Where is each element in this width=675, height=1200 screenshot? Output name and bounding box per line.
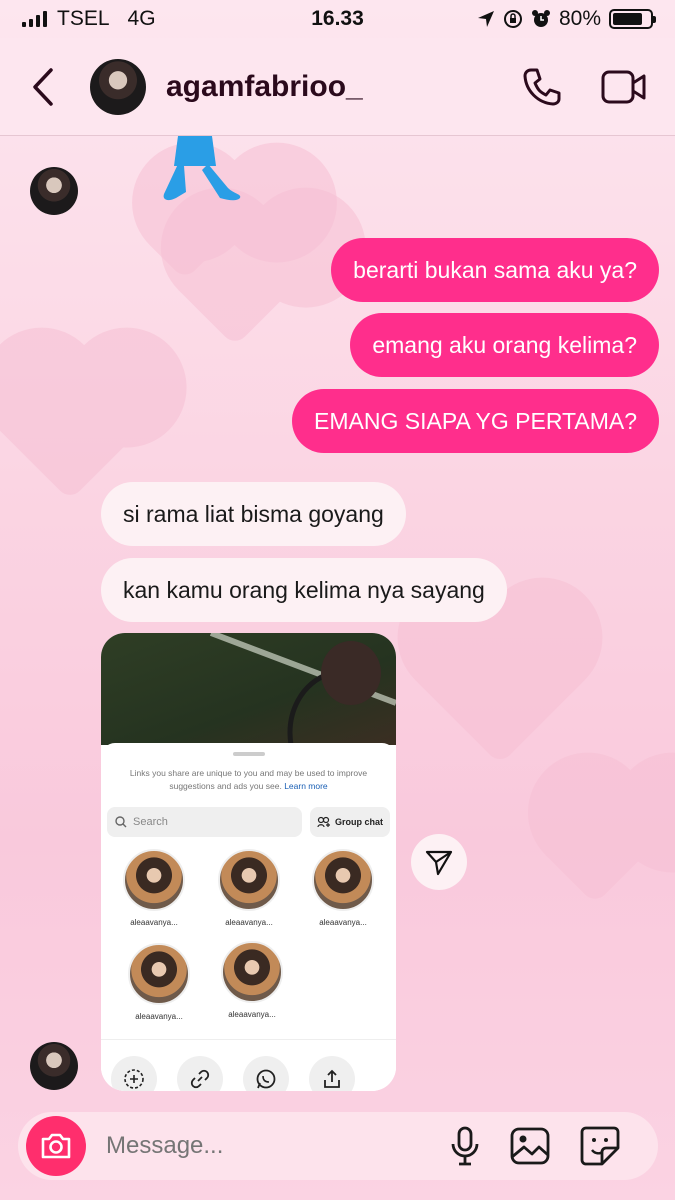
sender-avatar[interactable]: [30, 167, 78, 215]
background-heart: [545, 805, 645, 905]
shared-post-card[interactable]: Links you share are unique to you and ma…: [101, 633, 396, 1091]
video-camera-icon[interactable]: [601, 68, 647, 106]
group-add-icon: [317, 816, 330, 828]
share-search-input[interactable]: Search: [107, 807, 302, 837]
message-bubble-sent[interactable]: EMANG SIAPA YG PERTAMA?: [292, 389, 659, 453]
contact-username[interactable]: agamfabrioo_: [166, 70, 521, 104]
back-chevron-icon: [33, 67, 53, 106]
search-placeholder: Search: [133, 816, 168, 828]
message-bubble-received[interactable]: si rama liat bisma goyang: [101, 482, 406, 546]
link-icon: [190, 1069, 210, 1089]
sticker-icon[interactable]: [580, 1126, 620, 1166]
share-external-button[interactable]: [309, 1056, 355, 1091]
contact-avatar[interactable]: [90, 58, 146, 115]
contact-avatar: [218, 849, 280, 911]
location-icon: [477, 11, 494, 27]
send-icon: [425, 850, 453, 876]
group-chat-button[interactable]: Group chat: [309, 807, 390, 837]
share-note: Links you share are unique to you and ma…: [129, 768, 368, 791]
contact-avatar: [123, 849, 185, 911]
whatsapp-button[interactable]: [243, 1056, 289, 1091]
sender-avatar[interactable]: [30, 1042, 78, 1090]
share-icon: [324, 1069, 340, 1088]
share-contact[interactable]: aleaavanya...: [212, 941, 292, 1019]
clock: 16.33: [311, 7, 364, 30]
copy-link-button[interactable]: [177, 1056, 223, 1091]
whatsapp-icon: [256, 1069, 276, 1089]
battery-icon: [609, 9, 656, 29]
background-heart: [0, 359, 141, 501]
network-label: 4G: [127, 7, 156, 30]
share-sheet: Links you share are unique to you and ma…: [101, 743, 396, 1091]
microphone-icon[interactable]: [450, 1126, 480, 1166]
phone-icon[interactable]: [521, 66, 563, 108]
message-bubble-received[interactable]: kan kamu orang kelima nya sayang: [101, 558, 507, 622]
share-contact[interactable]: aleaavanya...: [119, 943, 199, 1021]
back-button[interactable]: [20, 65, 64, 109]
sticker-image[interactable]: [150, 136, 250, 208]
battery-percent: 80%: [558, 7, 601, 30]
signal-icon: [22, 11, 47, 27]
share-contact[interactable]: aleaavanya...: [209, 849, 289, 927]
message-composer: [18, 1112, 658, 1180]
message-bubble-sent[interactable]: berarti bukan sama aku ya?: [331, 238, 659, 302]
video-thumbnail: [101, 633, 396, 745]
message-bubble-sent[interactable]: emang aku orang kelima?: [350, 313, 659, 377]
message-input[interactable]: [106, 1132, 450, 1160]
contact-avatar: [312, 849, 374, 911]
status-bar: TSEL 4G 16.33 80%: [0, 0, 675, 38]
search-icon: [115, 816, 127, 828]
add-story-icon: [124, 1069, 144, 1089]
carrier-label: TSEL: [57, 7, 110, 30]
camera-button[interactable]: [26, 1116, 86, 1176]
gallery-icon[interactable]: [510, 1127, 550, 1165]
alarm-icon: [531, 10, 550, 27]
add-story-button[interactable]: [111, 1056, 157, 1091]
share-contact[interactable]: aleaavanya...: [303, 849, 383, 927]
contact-grid: aleaavanya... aleaavanya... aleaavanya..…: [101, 837, 396, 1047]
learn-more-link[interactable]: Learn more: [284, 781, 327, 791]
camera-icon: [41, 1133, 71, 1159]
contact-avatar: [221, 941, 283, 1003]
share-contact[interactable]: aleaavanya...: [114, 849, 194, 927]
forward-button[interactable]: [411, 834, 467, 890]
chat-header: agamfabrioo_: [0, 38, 675, 136]
rotation-lock-icon: [503, 10, 522, 28]
contact-avatar: [128, 943, 190, 1005]
